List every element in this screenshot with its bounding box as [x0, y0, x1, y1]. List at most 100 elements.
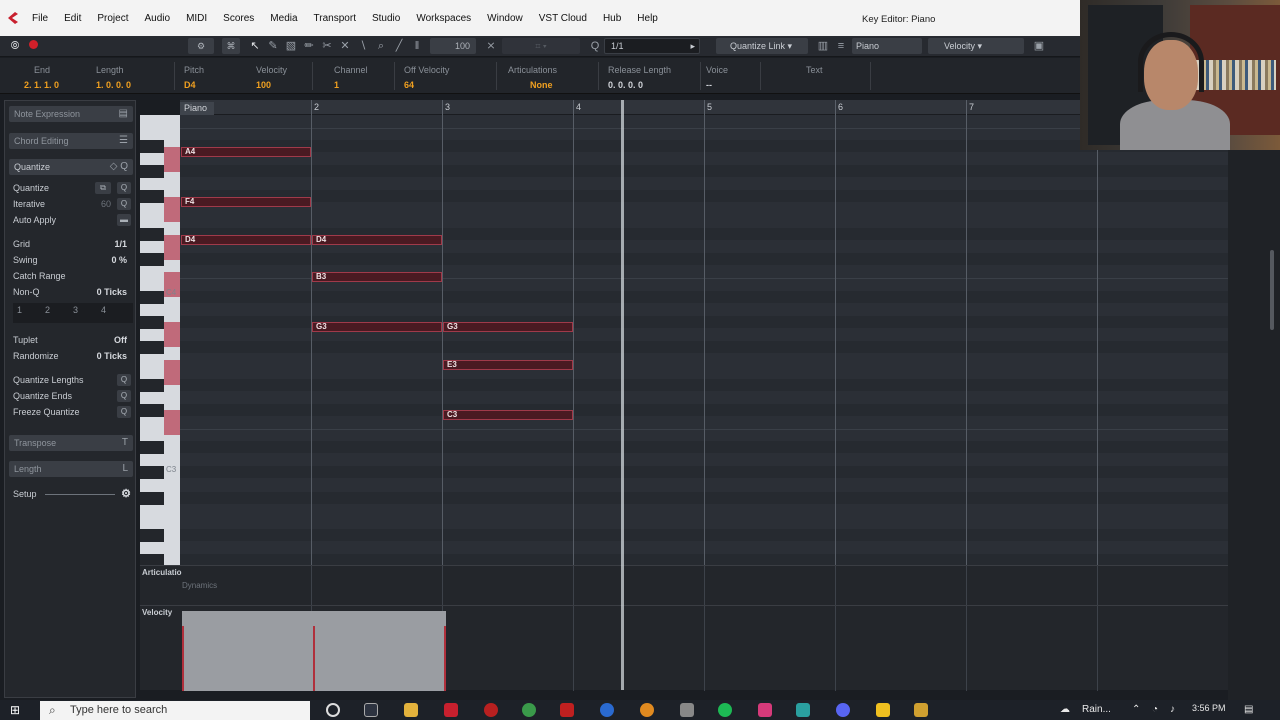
info-value[interactable]: 0. 0. 0. 0: [608, 80, 643, 90]
zoom-tool-icon[interactable]: ⌕: [374, 39, 388, 53]
app-icon-gray[interactable]: [680, 703, 694, 717]
project-cursor[interactable]: [621, 100, 624, 690]
note-event-g3[interactable]: G3: [312, 322, 442, 333]
highlighted-key[interactable]: [164, 146, 180, 172]
info-value[interactable]: --: [706, 80, 712, 90]
menu-scores[interactable]: Scores: [215, 13, 262, 24]
info-value[interactable]: D4: [184, 80, 196, 90]
grid-value[interactable]: 1/1: [114, 237, 127, 251]
piano-black-key[interactable]: [140, 227, 164, 241]
transpose-section[interactable]: Transpose T: [9, 435, 133, 451]
app-icon-teal[interactable]: [796, 703, 810, 717]
quantize-grid-display[interactable]: 1 2 3 4: [13, 303, 133, 323]
piano-black-key[interactable]: [140, 140, 164, 154]
auto-scroll-button[interactable]: ⌘: [222, 38, 240, 54]
tray-chevron-icon[interactable]: ⌃: [1132, 704, 1140, 715]
eraser-tool-icon[interactable]: ▧: [284, 39, 298, 53]
piano-black-key[interactable]: [140, 441, 164, 455]
freeze-quantize-row[interactable]: Freeze Quantize Q: [13, 405, 133, 419]
piano-black-key[interactable]: [140, 466, 164, 480]
info-value[interactable]: 1. 0. 0. 0: [96, 80, 131, 90]
highlighted-key[interactable]: [164, 322, 180, 348]
menu-vst-cloud[interactable]: VST Cloud: [531, 13, 595, 24]
toolbar-options-button[interactable]: ⚙: [188, 38, 214, 54]
opera-icon[interactable]: [484, 703, 498, 717]
discord-icon[interactable]: [836, 703, 850, 717]
quantize-lengths-icon[interactable]: Q: [117, 374, 131, 386]
weather-icon[interactable]: ☁: [1060, 704, 1070, 715]
highlighted-key[interactable]: [164, 196, 180, 222]
info-value[interactable]: None: [530, 80, 553, 90]
piano-black-key[interactable]: [140, 290, 164, 304]
info-value[interactable]: 1: [334, 80, 339, 90]
piano-black-key[interactable]: [140, 190, 164, 204]
auto-apply-toggle[interactable]: ▬: [117, 214, 131, 226]
highlighted-key[interactable]: [164, 410, 180, 436]
instagram-icon[interactable]: [758, 703, 772, 717]
velocity-lane[interactable]: Velocity: [140, 605, 1228, 691]
app-icon-red[interactable]: [560, 703, 574, 717]
note-event-a4[interactable]: A4: [181, 146, 311, 157]
record-icon[interactable]: [26, 39, 40, 53]
solo-editor-icon[interactable]: ⦾: [8, 39, 22, 53]
file-explorer-icon[interactable]: [404, 703, 418, 717]
info-value[interactable]: 64: [404, 80, 414, 90]
piano-black-key[interactable]: [140, 491, 164, 505]
iterative-strength[interactable]: 60: [101, 197, 111, 211]
chrome-icon[interactable]: [522, 703, 536, 717]
piano-black-key[interactable]: [140, 253, 164, 267]
piano-black-key[interactable]: [140, 315, 164, 329]
glue-tool-icon[interactable]: ∖: [356, 39, 370, 53]
menu-transport[interactable]: Transport: [306, 13, 364, 24]
trim-tool-icon[interactable]: ✂: [320, 39, 334, 53]
randomize-value[interactable]: 0 Ticks: [97, 349, 127, 363]
window-layout-icon[interactable]: ▣: [1032, 39, 1046, 53]
insert-velocity-field[interactable]: 100: [430, 38, 476, 54]
note-event-f4[interactable]: F4: [181, 196, 311, 207]
scroll-thumb[interactable]: [1270, 250, 1274, 330]
taskbar-search-input[interactable]: ⌕ Type here to search: [40, 701, 310, 720]
track-selector-dropdown[interactable]: Piano: [852, 38, 922, 54]
randomize-row[interactable]: Randomize 0 Ticks: [13, 349, 133, 363]
sticky-notes-icon[interactable]: [876, 703, 890, 717]
pencil-tool-icon[interactable]: ✏: [302, 39, 316, 53]
articulations-lane[interactable]: Articulatio Dynamics: [140, 565, 1228, 606]
vertical-scrollbar[interactable]: [1228, 100, 1280, 700]
iterative-row[interactable]: Iterative 60 Q: [13, 197, 133, 211]
note-event-b3[interactable]: B3: [312, 272, 442, 283]
clock-time[interactable]: 3:56 PM: [1192, 703, 1226, 713]
info-value[interactable]: 2. 1. 1. 0: [24, 80, 59, 90]
notifications-icon[interactable]: ▤: [1244, 704, 1253, 715]
spotify-icon[interactable]: [718, 703, 732, 717]
quantize-preset-field[interactable]: 1/1 ▸: [604, 38, 700, 54]
chord-editing-section[interactable]: Chord Editing ☰: [9, 133, 133, 149]
menu-media[interactable]: Media: [262, 13, 305, 24]
non-q-value[interactable]: 0 Ticks: [97, 285, 127, 299]
task-view-icon[interactable]: [364, 703, 378, 717]
app-icon-yellow[interactable]: [914, 703, 928, 717]
piano-keyboard[interactable]: [140, 115, 180, 565]
quantize-apply-icon[interactable]: ⧉: [95, 182, 111, 194]
volume-icon[interactable]: ♪: [1170, 704, 1175, 715]
line-tool-icon[interactable]: ╱: [392, 39, 406, 53]
weather-text[interactable]: Rain...: [1082, 704, 1111, 715]
note-expression-section[interactable]: Note Expression ▤: [9, 106, 133, 122]
menu-window[interactable]: Window: [479, 13, 531, 24]
grid-type-dropdown[interactable]: ⌗ ▾: [502, 38, 580, 54]
piano-black-key[interactable]: [140, 378, 164, 392]
velocity-stem[interactable]: [182, 626, 184, 691]
note-event-g3[interactable]: G3: [443, 322, 573, 333]
split-tool-icon[interactable]: ‖: [410, 39, 424, 53]
tuplet-row[interactable]: Tuplet Off: [13, 333, 133, 347]
freeze-quantize-icon[interactable]: Q: [117, 406, 131, 418]
time-ruler[interactable]: 2 3 4 5 6 7: [180, 100, 1228, 115]
menu-help[interactable]: Help: [629, 13, 666, 24]
catch-range-row[interactable]: Catch Range: [13, 269, 133, 283]
note-event-c3[interactable]: C3: [443, 410, 573, 421]
menu-studio[interactable]: Studio: [364, 13, 408, 24]
tuplet-value[interactable]: Off: [114, 333, 127, 347]
non-q-row[interactable]: Non-Q 0 Ticks: [13, 285, 133, 299]
menu-file[interactable]: File: [24, 13, 56, 24]
layout-icon[interactable]: ▥: [816, 39, 830, 53]
highlighted-key[interactable]: [164, 234, 180, 260]
